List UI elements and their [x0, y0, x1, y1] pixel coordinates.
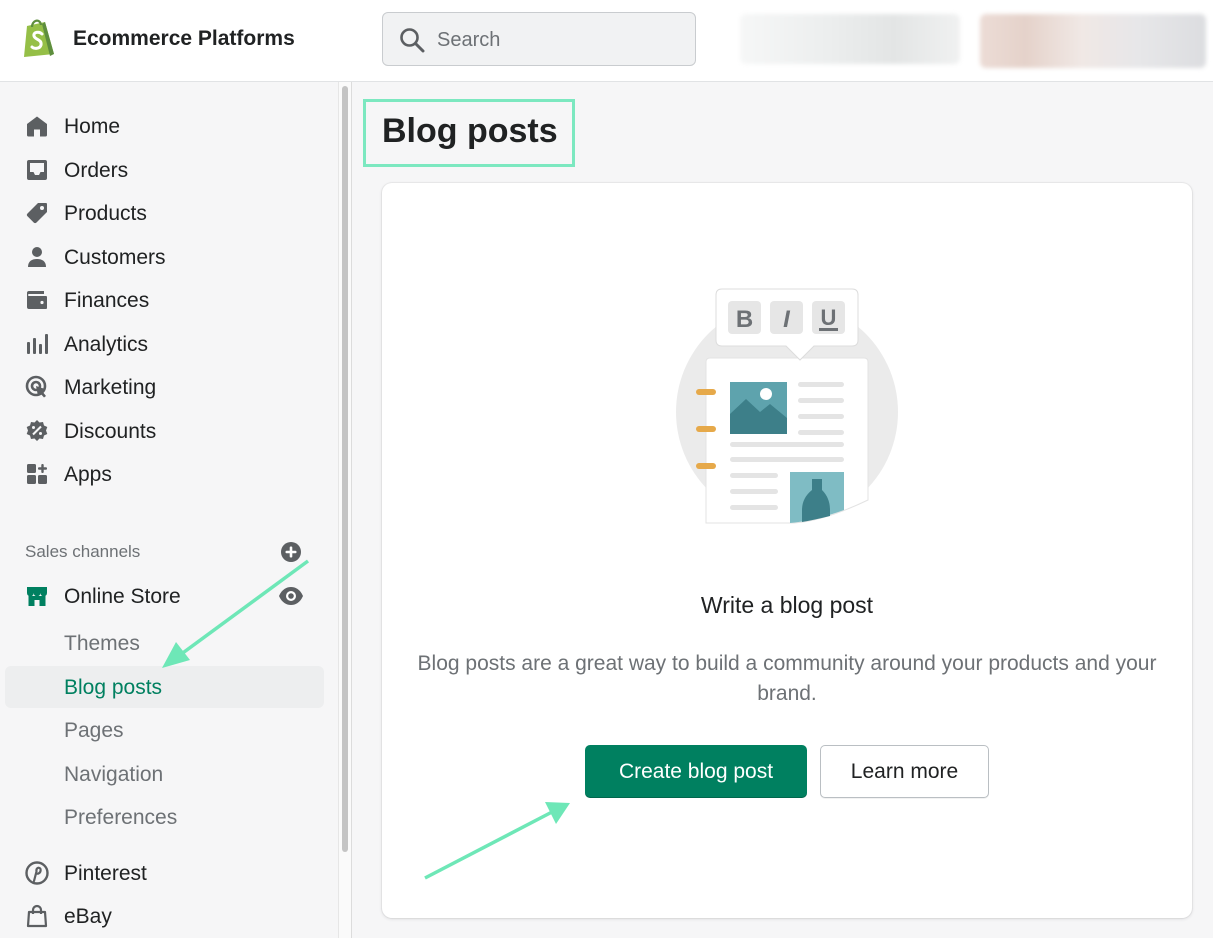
pinterest-icon: [25, 861, 49, 885]
empty-state-description: Blog posts are a great way to build a co…: [417, 652, 1157, 705]
bold-format-icon: B: [736, 306, 753, 333]
sidebar-item-label: Home: [64, 115, 121, 138]
bar-chart-icon: [27, 334, 48, 354]
active-item-highlight: [5, 666, 324, 708]
sales-channels-heading: Sales channels: [25, 542, 141, 561]
sidebar-subitem-pages[interactable]: Pages: [64, 719, 124, 743]
sidebar-item-discounts[interactable]: Discounts: [0, 411, 330, 451]
sidebar-item-marketing[interactable]: Marketing: [0, 367, 330, 407]
discount-icon: [26, 420, 48, 441]
sidebar-item-home[interactable]: Home: [0, 106, 330, 146]
sidebar-item-label: Discounts: [64, 420, 157, 443]
sidebar-item-label: Customers: [64, 246, 166, 269]
apps-icon: [27, 464, 47, 484]
sidebar-item-analytics[interactable]: Analytics: [0, 324, 330, 364]
sidebar-item-apps[interactable]: Apps: [0, 454, 330, 494]
shopify-logo-icon[interactable]: [20, 16, 58, 58]
sidebar-subitem-navigation[interactable]: Navigation: [64, 763, 163, 787]
sidebar-item-ebay[interactable]: eBay: [0, 896, 330, 936]
add-sales-channel-icon[interactable]: [280, 541, 302, 563]
sidebar-item-label: Analytics: [64, 333, 149, 356]
learn-more-button[interactable]: Learn more: [820, 745, 989, 798]
sidebar-item-label: Orders: [64, 159, 129, 182]
sidebar-item-label: Apps: [64, 463, 112, 486]
view-store-eye-icon[interactable]: [278, 586, 304, 606]
search-bar[interactable]: [382, 12, 696, 66]
search-input[interactable]: [437, 25, 687, 55]
sidebar-scrollbar[interactable]: [338, 82, 352, 938]
underline-format-icon: U: [821, 305, 837, 330]
wallet-icon: [27, 291, 47, 309]
sidebar-subitem-themes[interactable]: Themes: [64, 632, 140, 656]
sidebar-item-label: Products: [64, 202, 147, 225]
sidebar-item-label: Online Store: [64, 585, 181, 608]
sidebar-item-label: Pinterest: [64, 862, 147, 885]
sidebar-item-label: Marketing: [64, 376, 157, 399]
store-icon: [27, 587, 47, 606]
target-icon: [25, 375, 47, 398]
blog-post-illustration-icon: B I U: [676, 288, 898, 524]
top-bar: Ecommerce Platforms: [0, 0, 1213, 82]
search-icon: [400, 28, 425, 53]
create-blog-post-button[interactable]: Create blog post: [585, 745, 807, 798]
inbox-icon: [27, 160, 47, 180]
sidebar-subitem-blog-posts[interactable]: Blog posts: [64, 676, 162, 700]
blurred-header-region: [740, 14, 960, 64]
home-icon: [27, 116, 47, 137]
sidebar-item-pinterest[interactable]: Pinterest: [0, 853, 330, 893]
person-icon: [28, 247, 46, 267]
sidebar-item-products[interactable]: Products: [0, 193, 330, 233]
empty-state-heading: Write a blog post: [700, 592, 874, 618]
sidebar-item-orders[interactable]: Orders: [0, 150, 330, 190]
tag-icon: [26, 203, 47, 224]
store-name[interactable]: Ecommerce Platforms: [73, 27, 295, 51]
sidebar-item-label: eBay: [64, 905, 112, 928]
page-title: Blog posts: [382, 112, 558, 150]
sidebar-subitem-preferences[interactable]: Preferences: [64, 806, 177, 830]
blurred-account-menu[interactable]: [980, 14, 1206, 68]
sidebar-item-finances[interactable]: Finances: [0, 280, 330, 320]
shopping-bag-icon: [26, 904, 48, 928]
scrollbar-thumb[interactable]: [342, 86, 348, 852]
sidebar-item-customers[interactable]: Customers: [0, 237, 330, 277]
sidebar-item-label: Finances: [64, 289, 150, 312]
